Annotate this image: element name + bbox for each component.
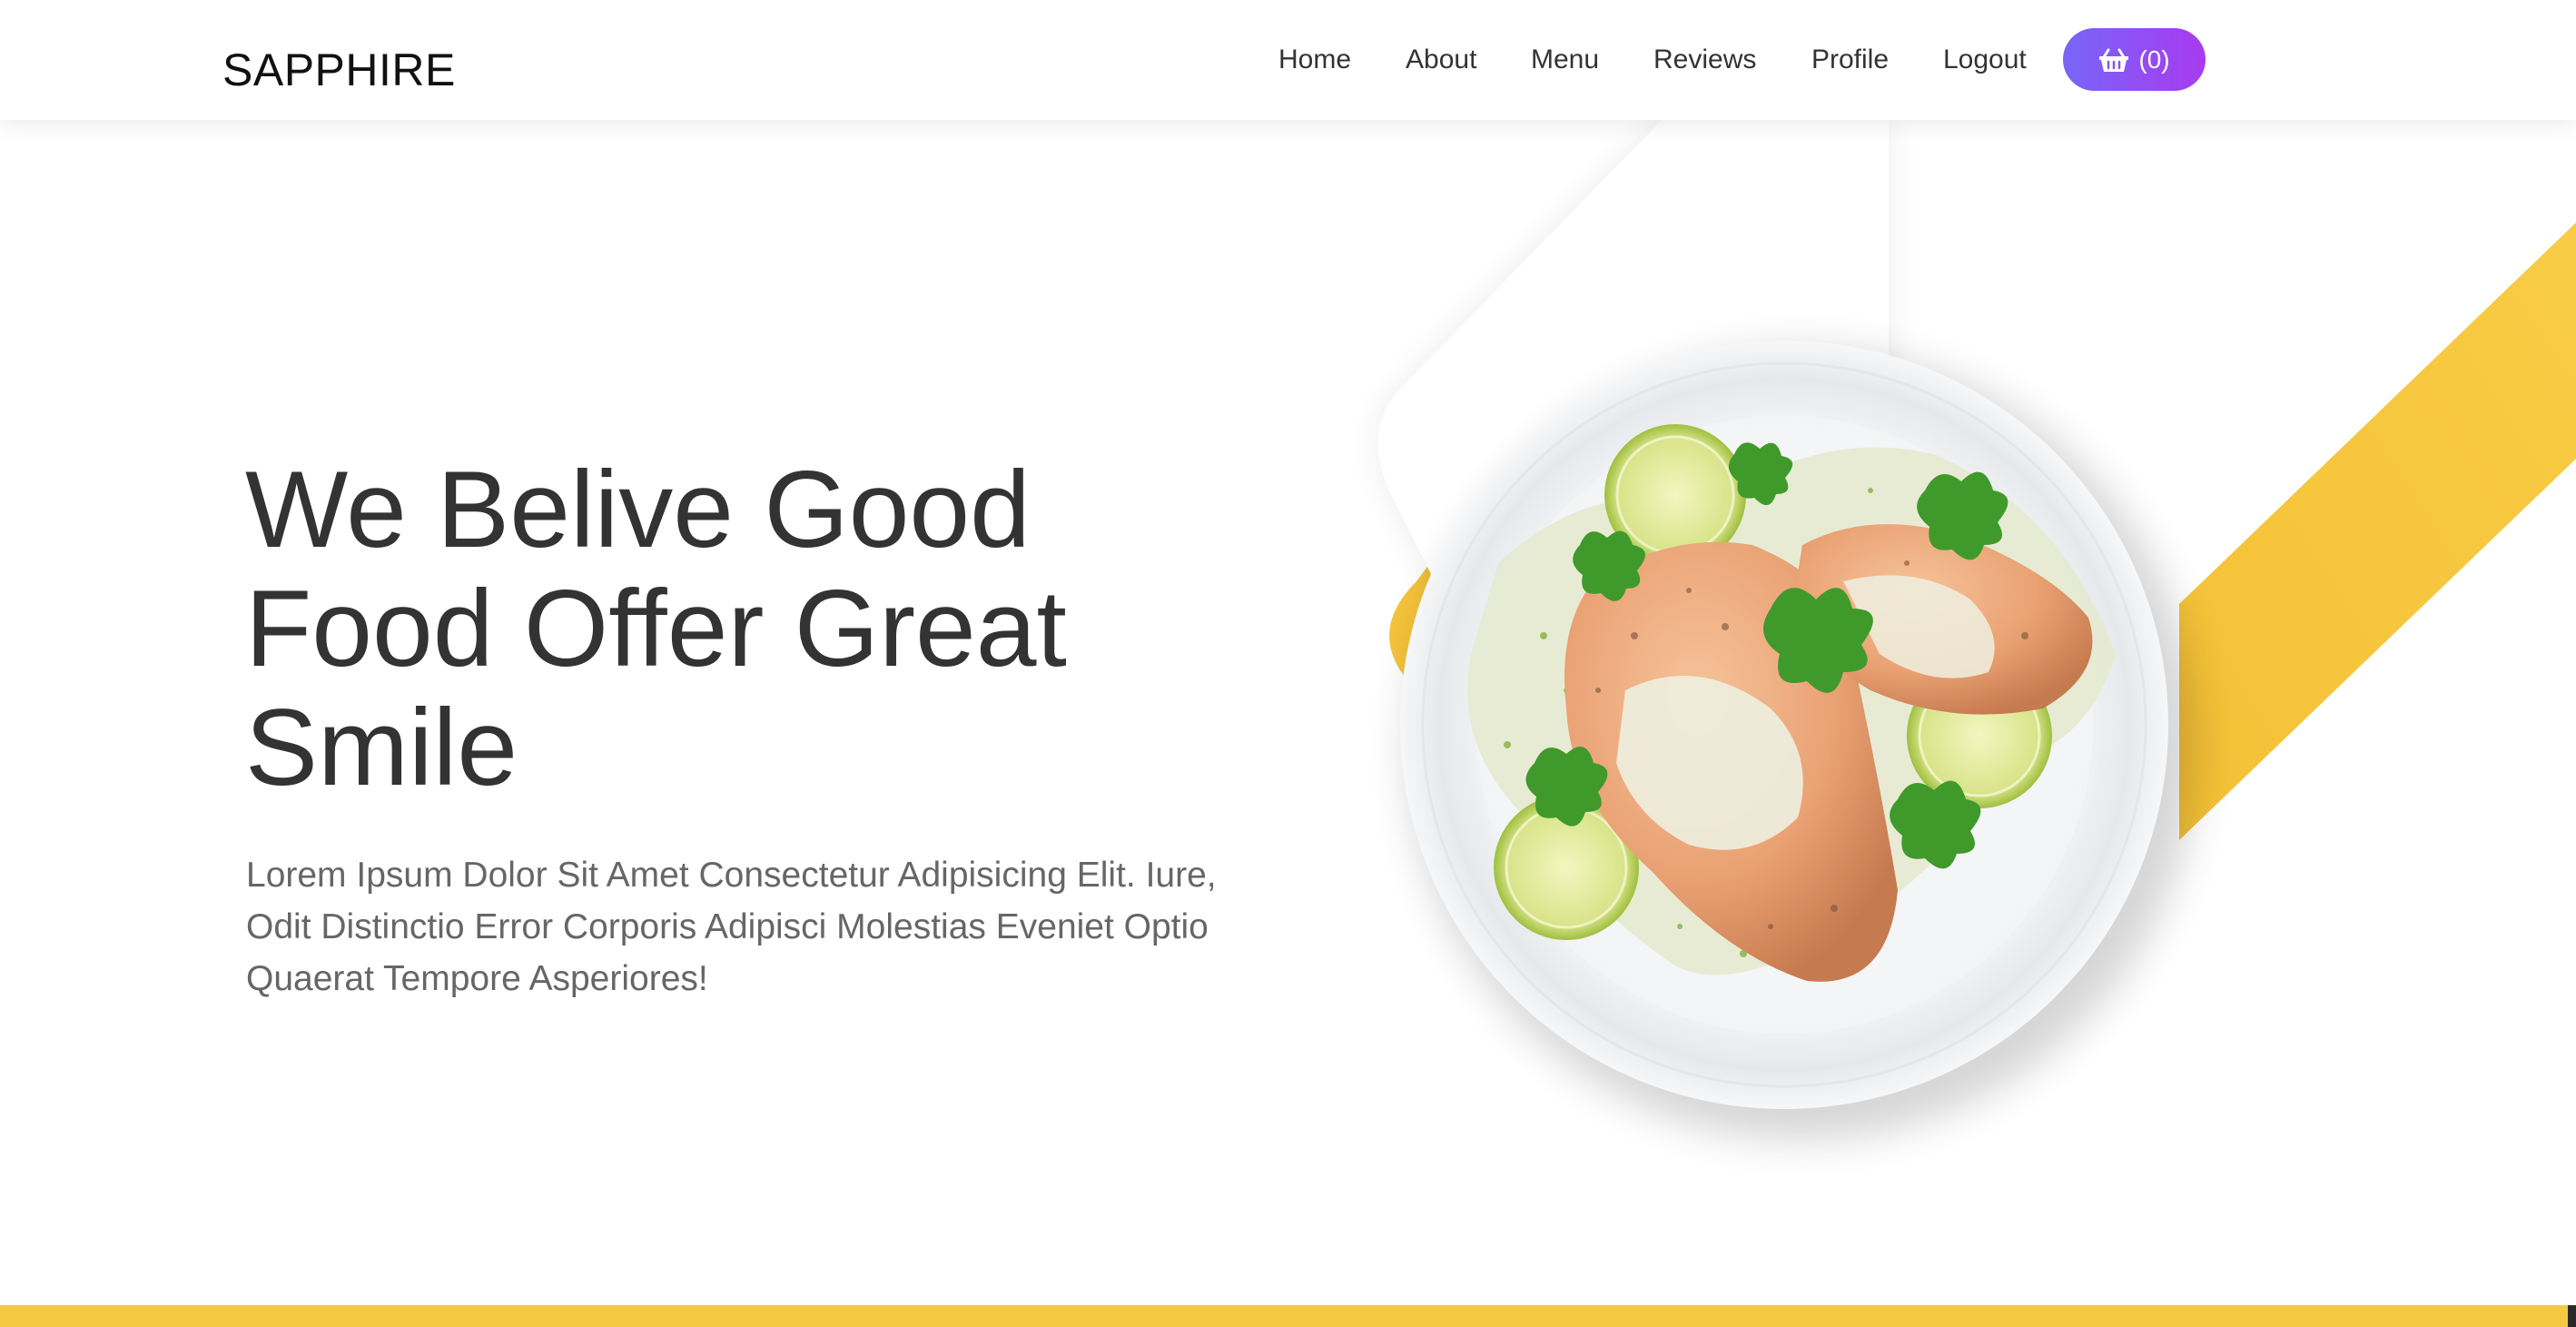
scroll-edge xyxy=(2568,1305,2576,1327)
nav-about[interactable]: About xyxy=(1406,40,1476,80)
hero-paragraph-line: Lorem Ipsum Dolor Sit Amet Consectetur A… xyxy=(246,856,1217,895)
hero-paragraph-line: Odit Distinctio Error Corporis Adipisci … xyxy=(246,907,1209,946)
cart-button[interactable]: (0) xyxy=(2063,28,2206,91)
basket-icon xyxy=(2098,47,2129,73)
nav-menu[interactable]: Menu xyxy=(1531,40,1599,80)
footer-accent-strip xyxy=(0,1305,2576,1327)
nav-logout[interactable]: Logout xyxy=(1943,40,2027,80)
hero-title-line: Food Offer Great xyxy=(245,568,1067,689)
nav-reviews[interactable]: Reviews xyxy=(1653,40,1756,80)
hero-paragraph-line: Quaerat Tempore Asperiores! xyxy=(246,959,708,998)
site-header: SAPPHIRE Home About Menu Reviews Profile… xyxy=(0,0,2576,120)
hero-title-line: We Belive Good xyxy=(245,449,1031,570)
nav-home[interactable]: Home xyxy=(1278,40,1351,80)
cart-count: (0) xyxy=(2138,45,2170,74)
brand-logo[interactable]: SAPPHIRE xyxy=(222,40,456,100)
hero-title: We Belive Good Food Offer Great Smile xyxy=(245,451,1153,807)
hero-paragraph: Lorem Ipsum Dolor Sit Amet Consectetur A… xyxy=(246,849,1272,1005)
hero-title-line: Smile xyxy=(245,687,518,808)
nav-profile[interactable]: Profile xyxy=(1811,40,1889,80)
